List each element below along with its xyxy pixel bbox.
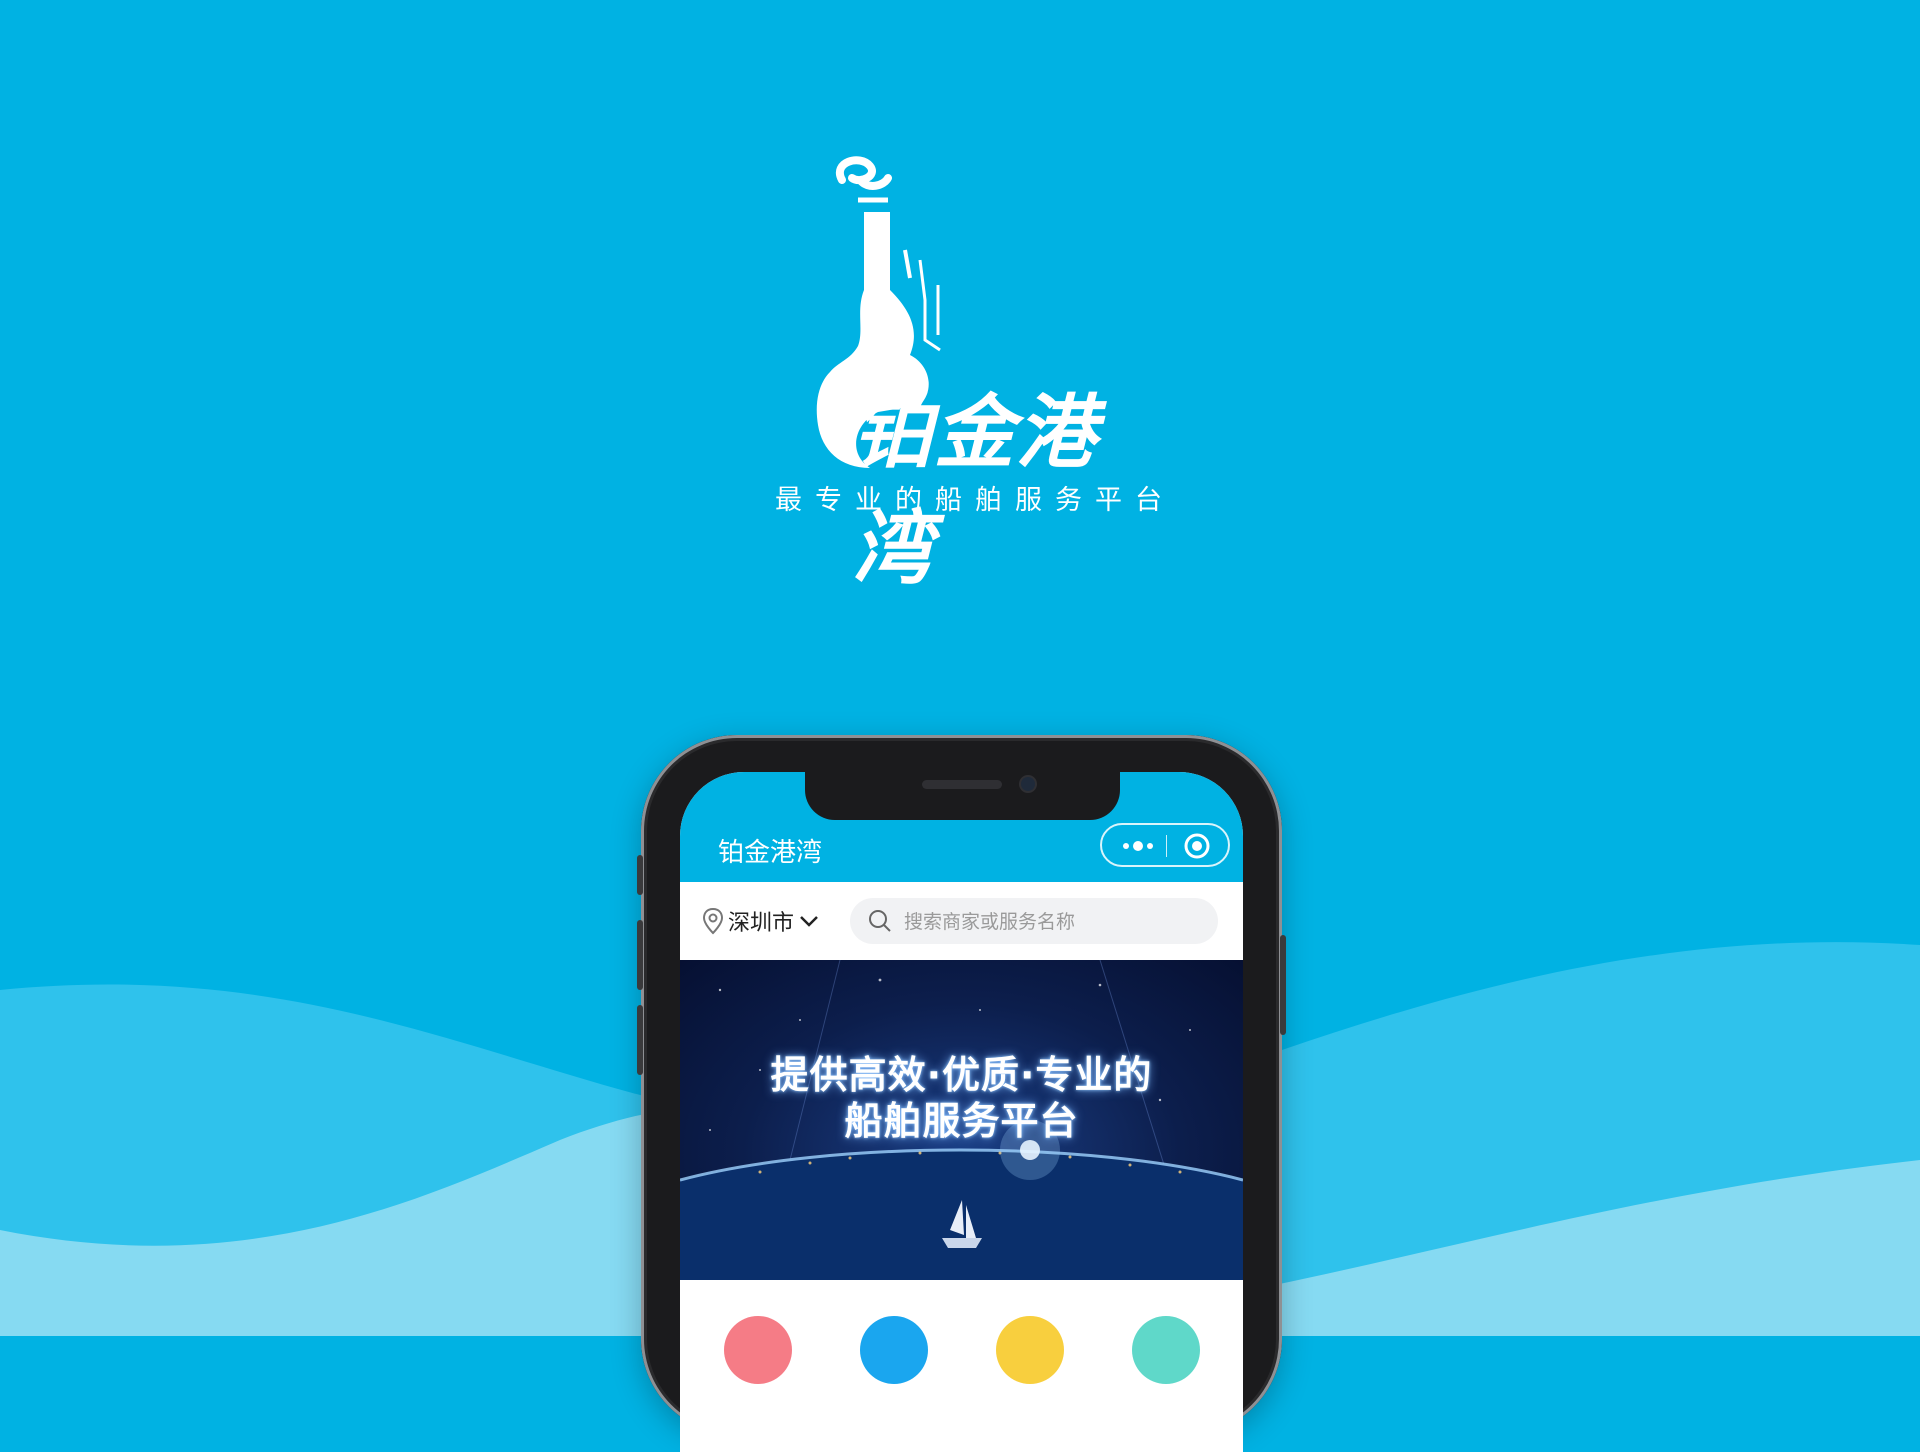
category-icon-blue[interactable] [860,1316,928,1384]
category-icon-red[interactable] [724,1316,792,1384]
phone-volume-up [637,920,643,990]
brand-logo: 铂金港湾 [760,150,1160,595]
capsule-divider [1166,835,1167,857]
city-label: 深圳市 [728,911,795,936]
category-icon-yellow[interactable] [996,1316,1064,1384]
target-circle-icon[interactable] [1184,833,1210,859]
phone-power-button [1280,935,1286,1035]
mini-program-capsule [1100,823,1230,867]
search-input[interactable] [902,906,1206,938]
search-field[interactable] [850,898,1218,944]
phone-mockup: 铂金港湾 深圳市 搜索商家或服务名称 提供高效·优质·专业的 船舶服务平台 [637,735,1286,1452]
phone-screen: 铂金港湾 深圳市 搜索商家或服务名称 提供高效·优质·专业的 船舶服务平台 [680,772,1243,1452]
phone-side-button [637,855,643,895]
location-pin-icon [702,907,724,935]
city-selector[interactable]: 深圳市 [702,906,820,936]
phone-volume-down [637,1005,643,1075]
chevron-down-icon [800,916,818,927]
category-icon-teal[interactable] [1132,1316,1200,1384]
search-bar: 深圳市 [680,882,1243,960]
search-icon [869,910,891,932]
category-row [680,1280,1243,1384]
app-title: 铂金港湾 [718,838,823,868]
promo-banner[interactable]: 提供高效·优质·专业的 船舶服务平台 [680,960,1243,1280]
speaker-grill [922,780,1002,789]
more-dots-icon[interactable] [1120,837,1156,855]
front-camera [1021,777,1035,791]
banner-subheadline: 船舶服务平台 [844,1099,1079,1143]
brand-slogan: 最专业的船舶服务平台 [775,485,1175,516]
phone-notch [805,772,1120,820]
